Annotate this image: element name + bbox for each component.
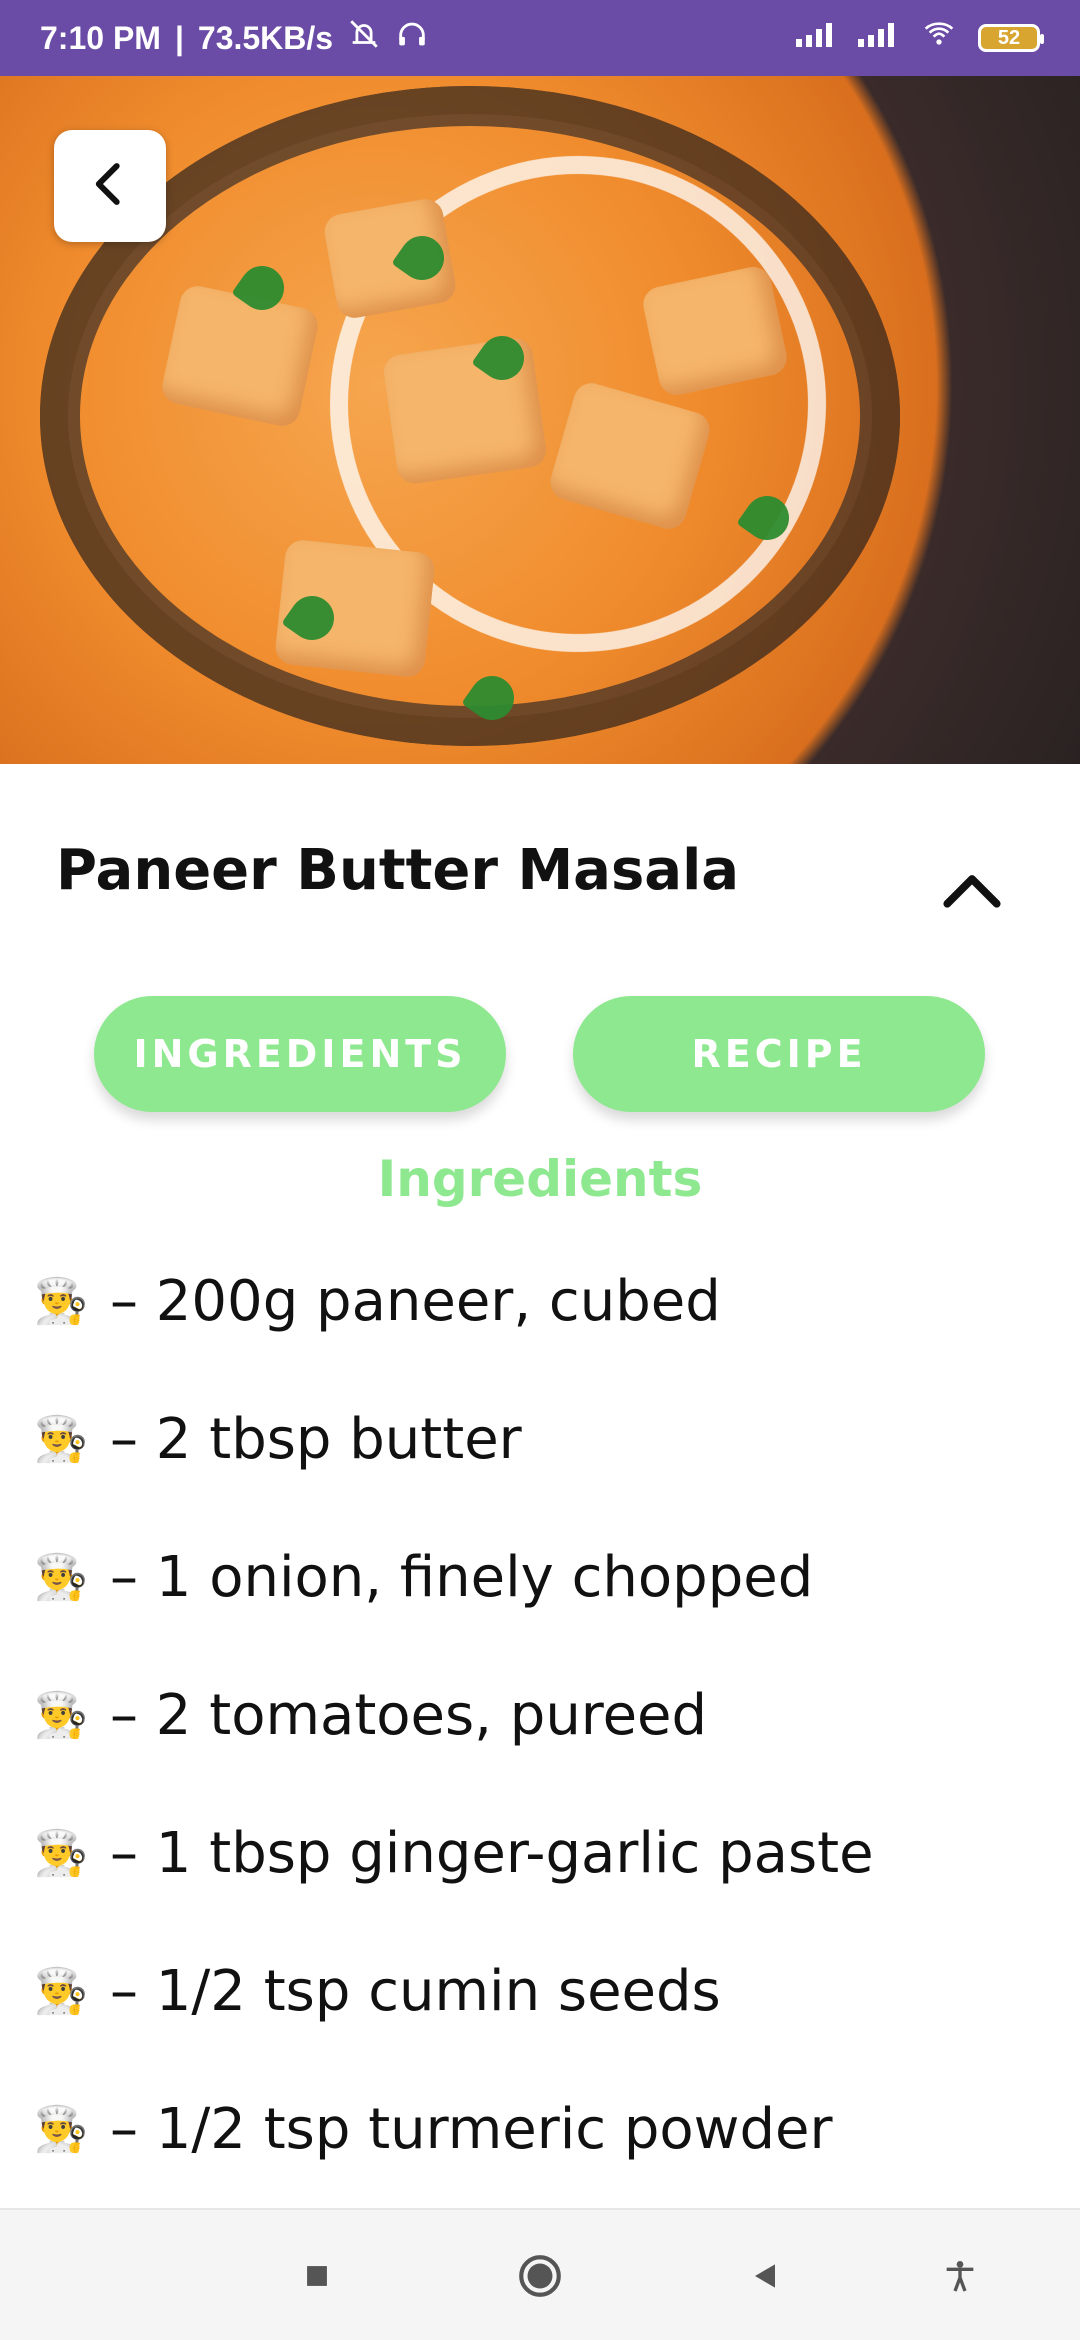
status-time: 7:10 PM [40,19,161,56]
status-speed: 73.5KB/s [197,19,334,56]
back-nav-button[interactable] [735,2248,795,2308]
system-navigation-bar [0,2208,1080,2340]
chef-icon: 👨‍🍳 [33,1276,89,1327]
chef-icon: 👨‍🍳 [33,2104,89,2155]
triangle-back-icon [745,2256,785,2300]
battery-level: 52 [997,26,1021,49]
signal-icon [856,19,900,57]
chevron-up-icon [937,868,1007,916]
list-item: 👨‍🍳 – 2 tbsp butter [30,1370,1050,1508]
accessibility-button[interactable] [930,2248,990,2308]
chef-icon: 👨‍🍳 [33,1414,89,1465]
ingredient-text: – 1/2 tsp cumin seeds [110,1958,721,2024]
ingredient-text: – 1 tbsp ginger-garlic paste [110,1820,874,1886]
ingredients-section-title: Ingredients [377,1150,703,1208]
ingredients-button[interactable]: INGREDIENTS [94,996,506,1112]
ingredient-text: – 2 tomatoes, pureed [110,1682,708,1748]
list-item: 👨‍🍳 – 2 tomatoes, pureed [30,1646,1050,1784]
ingredient-text: – 2 tbsp butter [110,1406,522,1472]
list-item: 👨‍🍳 – 1/2 tsp turmeric powder [30,2060,1050,2198]
home-button[interactable] [510,2248,570,2308]
recent-apps-button[interactable] [287,2248,347,2308]
accessibility-icon [940,2256,980,2300]
list-item: 👨‍🍳 – 1 onion, finely chopped [30,1508,1050,1646]
status-left: 7:10 PM | 73.5KB/s [40,17,429,59]
paneer-chunk [159,282,321,430]
recipe-title: Paneer Butter Masala [56,838,740,903]
list-item: 👨‍🍳 – 1/2 tsp cumin seeds [30,1922,1050,2060]
list-item: 👨‍🍳 – 200g paneer, cubed [30,1232,1050,1370]
wifi-icon [918,18,960,58]
back-button[interactable] [54,130,166,242]
headphones-icon [395,17,429,59]
signal-icon [794,19,838,57]
mute-icon [347,17,381,59]
back-icon [83,157,137,215]
chef-icon: 👨‍🍳 [33,1690,89,1741]
chef-icon: 👨‍🍳 [33,1552,89,1603]
status-separator: | [174,19,184,56]
recipe-button[interactable]: RECIPE [573,996,985,1112]
recipe-button-label: RECIPE [691,1032,867,1076]
collapse-button[interactable] [930,862,1014,922]
cilantro-leaf [461,667,523,729]
circle-icon [515,2251,565,2305]
ingredient-text: – 1/2 tsp turmeric powder [110,2096,833,2162]
battery-indicator: 52 [978,24,1044,52]
ingredients-list: 👨‍🍳 – 200g paneer, cubed 👨‍🍳 – 2 tbsp bu… [30,1232,1050,2198]
ingredient-text: – 1 onion, finely chopped [110,1544,814,1610]
square-icon [300,2259,334,2297]
ingredients-button-label: INGREDIENTS [133,1032,467,1076]
chef-icon: 👨‍🍳 [33,1828,89,1879]
chef-icon: 👨‍🍳 [33,1966,89,2017]
status-bar: 7:10 PM | 73.5KB/s 52 [0,0,1080,76]
ingredient-text: – 200g paneer, cubed [110,1268,721,1334]
status-right: 52 [794,18,1044,58]
list-item: 👨‍🍳 – 1 tbsp ginger-garlic paste [30,1784,1050,1922]
